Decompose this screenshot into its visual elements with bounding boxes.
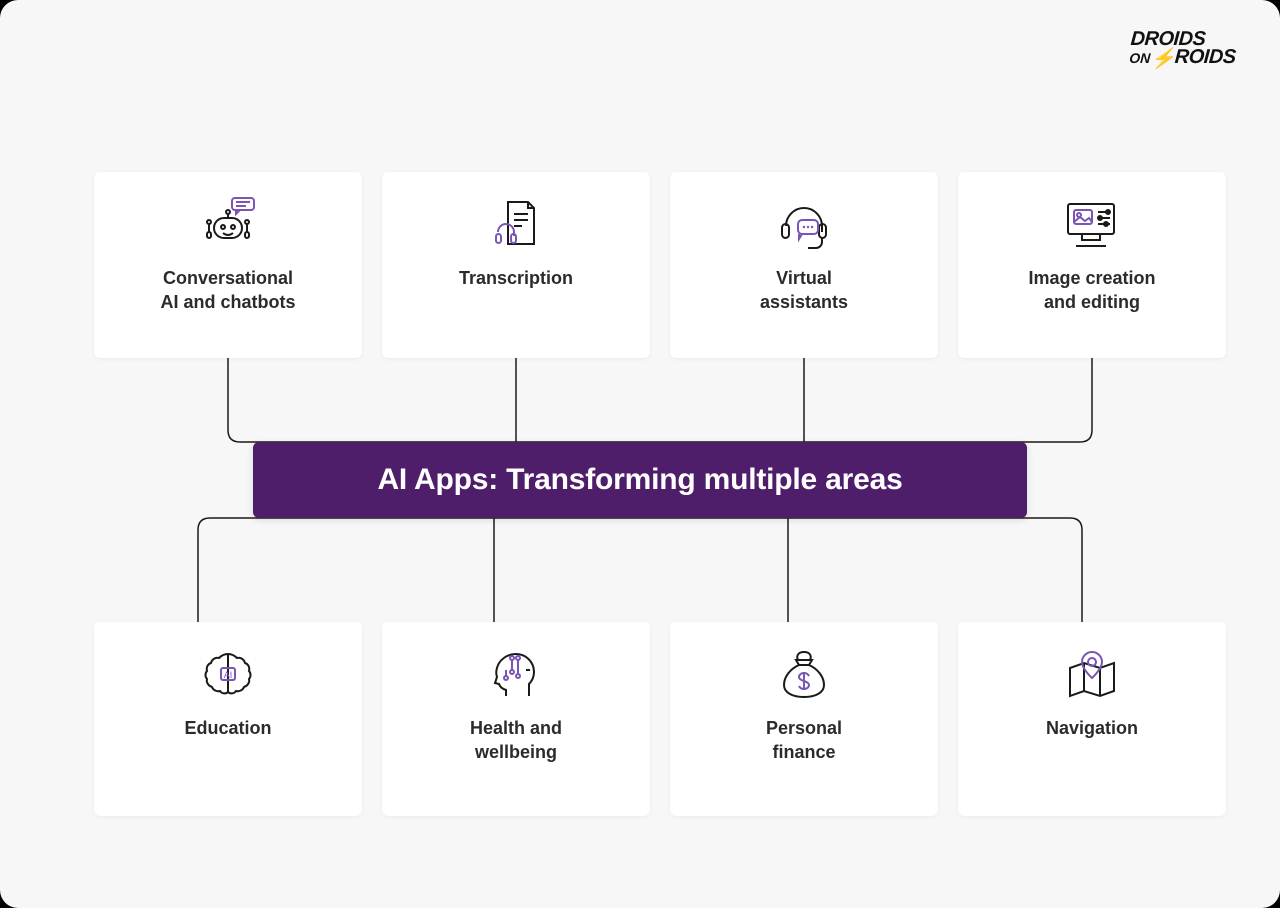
brand-line-2-prefix: ON [1128,50,1150,66]
card-label: Navigation [1046,716,1138,740]
card-health-wellbeing: Health and wellbeing [382,622,650,816]
card-personal-finance: Personal finance [670,622,938,816]
transcription-icon [484,192,548,256]
brand-logo: DROIDS ON⚡ROIDS [1128,30,1237,67]
diagram-page: DROIDS ON⚡ROIDS [0,0,1280,908]
card-label: Education [184,716,271,740]
bolt-icon: ⚡ [1150,50,1175,68]
brain-ai-icon: AI [196,642,260,706]
brand-line-2-main: ROIDS [1174,46,1236,68]
card-education: AI Education [94,622,362,816]
head-circuit-icon [484,642,548,706]
card-label: Transcription [459,266,573,290]
card-label: Image creation and editing [1028,266,1155,315]
map-pin-icon [1060,642,1124,706]
card-navigation: Navigation [958,622,1226,816]
card-conversational-ai: Conversational AI and chatbots [94,172,362,358]
card-label: Virtual assistants [760,266,848,315]
card-image-creation: Image creation and editing [958,172,1226,358]
hub-title: AI Apps: Transforming multiple areas [377,463,902,497]
card-label: Health and wellbeing [470,716,562,765]
money-bag-icon [772,642,836,706]
headset-icon [772,192,836,256]
card-transcription: Transcription [382,172,650,358]
card-label: Conversational AI and chatbots [160,266,295,315]
hub-banner: AI Apps: Transforming multiple areas [253,442,1027,518]
image-editor-icon [1060,192,1124,256]
svg-text:AI: AI [224,670,233,680]
card-virtual-assistants: Virtual assistants [670,172,938,358]
card-label: Personal finance [766,716,842,765]
chatbot-icon [196,192,260,256]
